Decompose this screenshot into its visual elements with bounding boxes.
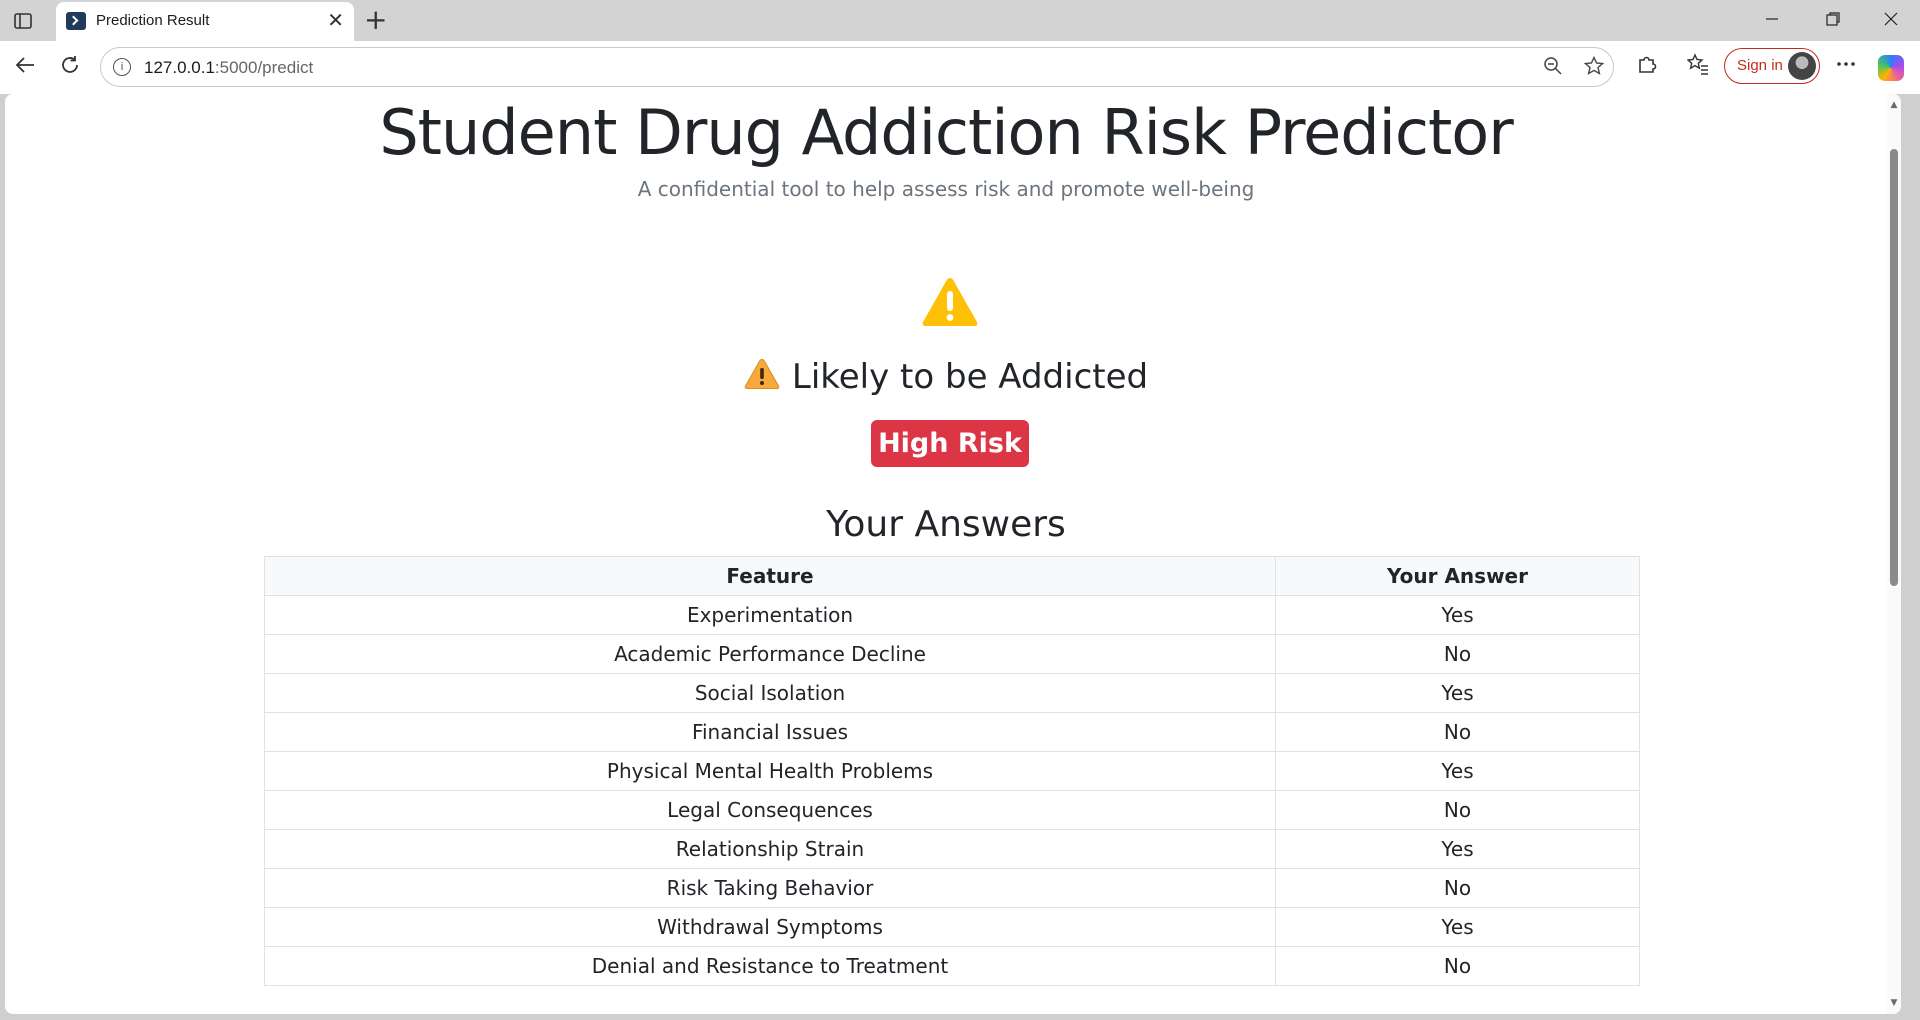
sidebar-toggle-icon[interactable] — [12, 10, 34, 32]
close-window-button[interactable] — [1871, 8, 1911, 34]
minimize-button[interactable] — [1752, 8, 1792, 34]
answer-cell: Yes — [1275, 673, 1640, 713]
reload-icon[interactable] — [55, 53, 85, 83]
feature-cell: Experimentation — [264, 595, 1276, 635]
tab-title: Prediction Result — [96, 12, 210, 29]
answer-cell: Yes — [1275, 829, 1640, 869]
column-header-answer: Your Answer — [1275, 556, 1640, 596]
table-row: Experimentation Yes — [264, 595, 1640, 635]
risk-badge: High Risk — [871, 420, 1029, 467]
feature-cell: Legal Consequences — [264, 790, 1276, 830]
table-row: Social Isolation Yes — [264, 673, 1640, 713]
terminal-icon — [66, 12, 86, 30]
restore-button[interactable] — [1813, 8, 1853, 34]
extensions-icon[interactable] — [1632, 53, 1662, 83]
page-subtitle: A confidential tool to help assess risk … — [637, 177, 1255, 201]
answer-cell: No — [1275, 712, 1640, 752]
answers-heading: Your Answers — [826, 504, 1066, 545]
url-path: :5000/predict — [214, 58, 314, 77]
page-title: Student Drug Addiction Risk Predictor — [379, 96, 1513, 169]
table-row: Legal Consequences No — [264, 790, 1640, 830]
feature-cell: Withdrawal Symptoms — [264, 907, 1276, 947]
copilot-icon[interactable] — [1878, 55, 1904, 81]
answer-cell: Yes — [1275, 907, 1640, 947]
answer-cell: Yes — [1275, 595, 1640, 635]
table-row: Relationship Strain Yes — [264, 829, 1640, 869]
vertical-scrollbar[interactable]: ▲ ▼ — [1887, 94, 1901, 1014]
feature-cell: Academic Performance Decline — [264, 634, 1276, 674]
page-viewport: Student Drug Addiction Risk Predictor A … — [5, 94, 1901, 1014]
back-icon[interactable] — [10, 53, 40, 83]
new-tab-button[interactable]: + — [364, 4, 387, 36]
url-text: 127.0.0.1:5000/predict — [144, 58, 313, 78]
table-row: Financial Issues No — [264, 712, 1640, 752]
answer-cell: No — [1275, 634, 1640, 674]
table-row: Academic Performance Decline No — [264, 634, 1640, 674]
info-icon[interactable]: i — [113, 58, 131, 76]
url-host: 127.0.0.1 — [144, 58, 215, 77]
sign-in-button[interactable]: Sign in — [1724, 48, 1820, 84]
answer-cell: Yes — [1275, 751, 1640, 791]
scroll-down-arrow-icon[interactable]: ▼ — [1889, 998, 1899, 1008]
warning-icon — [922, 278, 978, 326]
warning-emoji-icon — [744, 358, 780, 389]
feature-cell: Physical Mental Health Problems — [264, 751, 1276, 791]
page-content: Student Drug Addiction Risk Predictor A … — [5, 94, 1887, 1014]
star-icon[interactable] — [1582, 55, 1606, 80]
scrollbar-thumb[interactable] — [1890, 149, 1898, 586]
answers-table: Feature Your Answer Experimentation Yes A… — [264, 556, 1640, 986]
address-bar[interactable]: i 127.0.0.1:5000/predict — [100, 47, 1614, 87]
table-row: Risk Taking Behavior No — [264, 868, 1640, 908]
sign-in-label: Sign in — [1737, 57, 1783, 74]
column-header-feature: Feature — [264, 556, 1276, 596]
avatar — [1788, 52, 1816, 80]
feature-cell: Social Isolation — [264, 673, 1276, 713]
table-row: Physical Mental Health Problems Yes — [264, 751, 1640, 791]
feature-cell: Financial Issues — [264, 712, 1276, 752]
feature-cell: Relationship Strain — [264, 829, 1276, 869]
prediction-text: Likely to be Addicted — [791, 357, 1149, 397]
browser-toolbar: i 127.0.0.1:5000/predict Sign in — [0, 41, 1920, 94]
favorites-icon[interactable] — [1683, 53, 1713, 83]
answer-cell: No — [1275, 868, 1640, 908]
scroll-up-arrow-icon[interactable]: ▲ — [1889, 100, 1899, 110]
close-tab-icon[interactable]: ✕ — [327, 9, 344, 31]
feature-cell: Denial and Resistance to Treatment — [264, 946, 1276, 986]
table-header-row: Feature Your Answer — [264, 556, 1640, 596]
prediction-result: Likely to be Addicted — [5, 357, 1887, 397]
answer-cell: No — [1275, 946, 1640, 986]
table-row: Denial and Resistance to Treatment No — [264, 946, 1640, 986]
answer-cell: No — [1275, 790, 1640, 830]
tab-bar: Prediction Result ✕ + — [0, 0, 1920, 41]
zoom-out-icon[interactable] — [1541, 56, 1565, 80]
feature-cell: Risk Taking Behavior — [264, 868, 1276, 908]
more-icon[interactable] — [1831, 53, 1861, 83]
browser-tab[interactable]: Prediction Result ✕ — [56, 2, 354, 41]
table-row: Withdrawal Symptoms Yes — [264, 907, 1640, 947]
